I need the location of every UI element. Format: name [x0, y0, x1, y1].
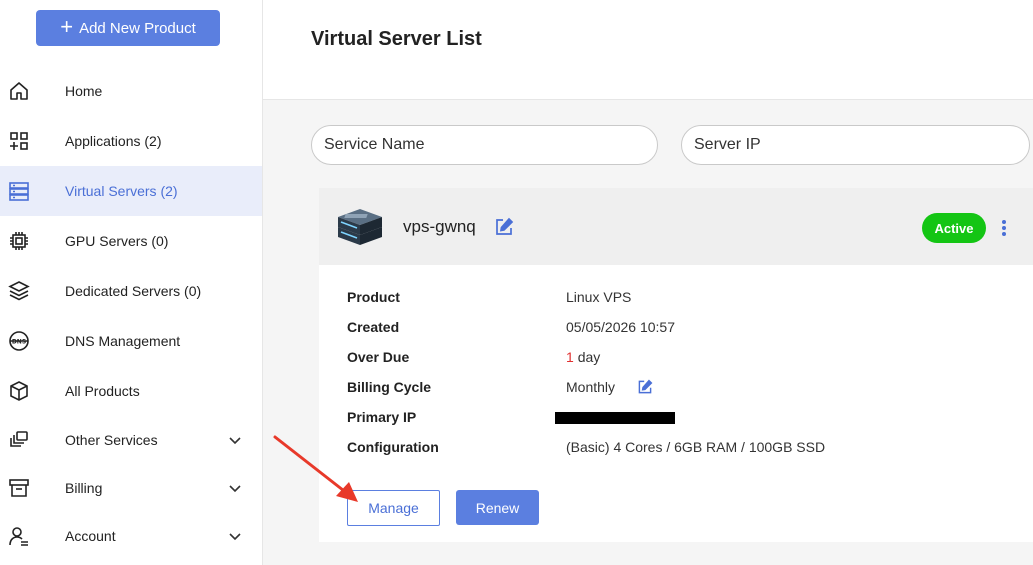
overdue-unit: day — [577, 349, 601, 365]
server-card-header: vps-gwnq Active — [319, 188, 1033, 265]
overdue-count: 1 — [566, 349, 574, 365]
sidebar-item-other-services[interactable]: Other Services — [0, 416, 262, 464]
sidebar-item-virtual-servers[interactable]: Virtual Servers (2) — [0, 166, 262, 216]
service-name-filter-input[interactable] — [311, 125, 658, 165]
sidebar-item-label: Applications (2) — [65, 133, 162, 149]
redacted-ip-bar — [555, 412, 675, 424]
created-value: 05/05/2026 10:57 — [566, 319, 675, 335]
add-new-product-label: Add New Product — [79, 19, 196, 37]
more-options-icon[interactable] — [997, 216, 1011, 240]
chevron-down-icon[interactable] — [227, 528, 243, 544]
created-label: Created — [347, 319, 400, 335]
main-content: Virtual Server List vps-gwnq Active — [263, 0, 1033, 565]
chip-icon — [8, 230, 30, 252]
box-icon — [8, 380, 30, 402]
configuration-value: (Basic) 4 Cores / 6GB RAM / 100GB SSD — [566, 439, 826, 455]
svg-text:DNS: DNS — [12, 339, 26, 346]
server-icon — [338, 209, 382, 245]
overdue-value: 1 day — [566, 349, 600, 365]
sidebar-item-dedicated-servers[interactable]: Dedicated Servers (0) — [0, 266, 262, 316]
status-badge: Active — [922, 213, 986, 243]
sidebar-nav: Home Applications (2) Virtual Servers (2… — [0, 66, 262, 560]
sidebar-item-label: Dedicated Servers (0) — [65, 283, 202, 299]
sidebar-item-label: Billing — [65, 480, 103, 496]
home-icon — [8, 80, 30, 102]
primary-ip-label: Primary IP — [347, 409, 417, 425]
edit-billing-icon[interactable] — [637, 379, 653, 395]
sidebar-item-label: GPU Servers (0) — [65, 233, 169, 249]
sidebar-item-label: Home — [65, 83, 103, 99]
sidebar-item-label: DNS Management — [65, 333, 181, 349]
sidebar-item-gpu-servers[interactable]: GPU Servers (0) — [0, 216, 262, 266]
page-header: Virtual Server List — [263, 0, 1033, 100]
plus-icon: + — [60, 14, 74, 39]
billing-cycle-label: Billing Cycle — [347, 379, 432, 395]
applications-icon — [8, 130, 30, 152]
server-stack-icon — [8, 180, 30, 202]
edit-icon[interactable] — [494, 217, 514, 237]
renew-button[interactable]: Renew — [456, 490, 539, 525]
layers-icon — [8, 280, 30, 302]
add-new-product-button[interactable]: + Add New Product — [36, 10, 220, 46]
server-ip-filter-input[interactable] — [681, 125, 1030, 165]
services-icon — [8, 429, 30, 451]
chevron-down-icon[interactable] — [227, 432, 243, 448]
sidebar-item-home[interactable]: Home — [0, 66, 262, 116]
sidebar-item-billing[interactable]: Billing — [0, 464, 262, 512]
server-card: vps-gwnq Active Product Linux VPS Create… — [319, 188, 1033, 542]
sidebar-item-dns-management[interactable]: DNS DNS Management — [0, 316, 262, 366]
sidebar-item-account[interactable]: Account — [0, 512, 262, 560]
page-title: Virtual Server List — [311, 28, 482, 50]
service-name: vps-gwnq — [403, 217, 476, 236]
sidebar-item-all-products[interactable]: All Products — [0, 366, 262, 416]
sidebar-item-label: All Products — [65, 383, 140, 399]
sidebar-item-label: Virtual Servers (2) — [65, 183, 178, 199]
sidebar: + Add New Product Home Applications (2) … — [0, 0, 263, 565]
product-label: Product — [347, 289, 400, 305]
product-value: Linux VPS — [566, 289, 632, 305]
dns-globe-icon: DNS — [8, 330, 30, 352]
sidebar-item-label: Account — [65, 528, 116, 544]
user-icon — [8, 525, 30, 547]
sidebar-item-applications[interactable]: Applications (2) — [0, 116, 262, 166]
billing-icon — [8, 477, 30, 499]
configuration-label: Configuration — [347, 439, 439, 455]
chevron-down-icon[interactable] — [227, 480, 243, 496]
sidebar-item-label: Other Services — [65, 432, 158, 448]
manage-button[interactable]: Manage — [347, 490, 440, 526]
overdue-label: Over Due — [347, 349, 410, 365]
billing-cycle-value: Monthly — [566, 379, 616, 395]
